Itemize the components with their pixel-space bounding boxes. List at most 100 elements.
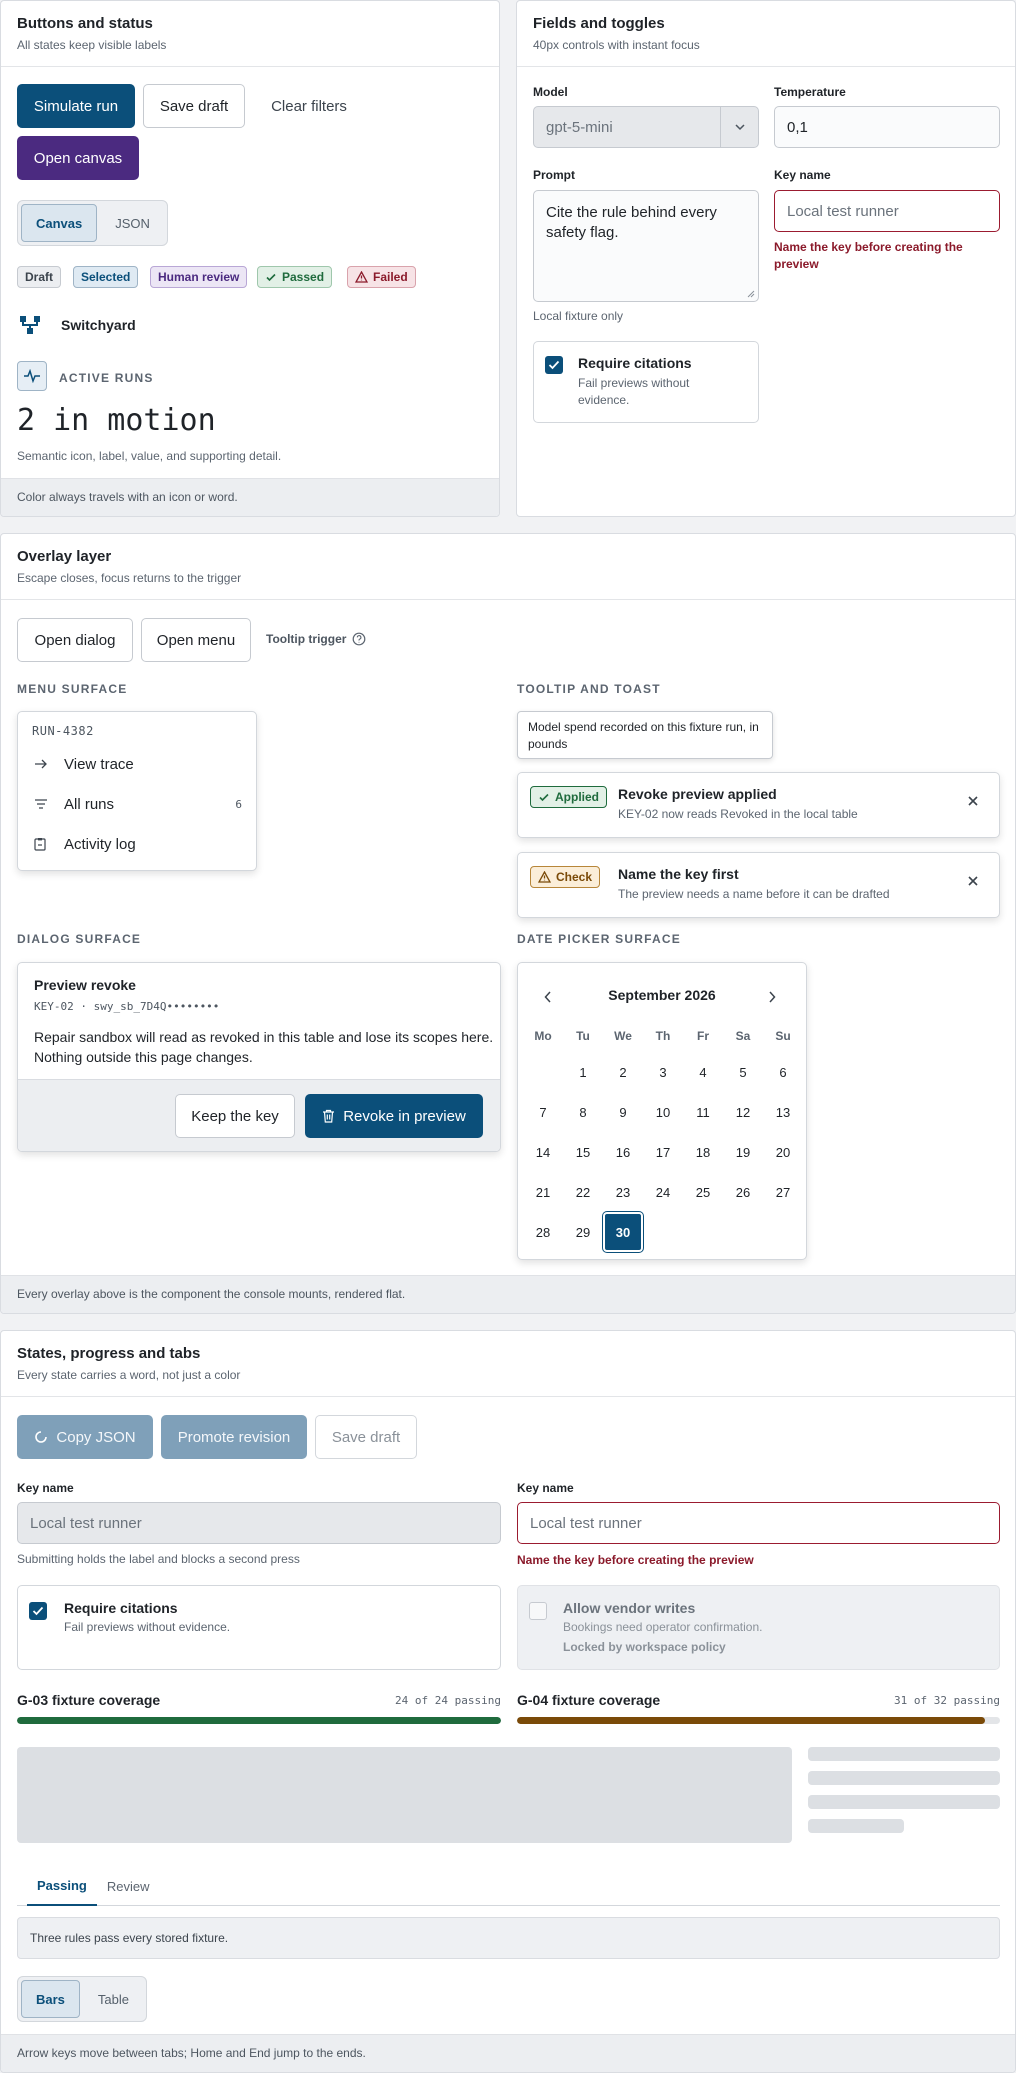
selected-badge: Selected (73, 266, 139, 288)
calendar-day[interactable]: 13 (763, 1092, 803, 1132)
temperature-input[interactable]: 0,1 (774, 106, 1000, 148)
calendar-grid: Mo Tu We Th Fr Sa Su 1 2 3 4 5 6 7 8 9 10 11 12 13 14… (523, 1020, 803, 1252)
weekday: Th (655, 1029, 671, 1043)
require-citations-card[interactable]: Require citations Fail previews without … (17, 1585, 501, 1670)
tab-panel: Three rules pass every stored fixture. (17, 1917, 1000, 1959)
bars-table-toggle: Bars Table (17, 1976, 147, 2022)
tooltip-trigger[interactable]: Tooltip trigger (266, 632, 366, 646)
trash-icon (323, 1109, 335, 1123)
toggle-canvas[interactable]: Canvas (21, 204, 98, 242)
simulate-run-button[interactable]: Simulate run (17, 84, 135, 128)
prompt-textarea[interactable]: Cite the rule behind every safety flag. (533, 190, 759, 302)
calendar-day[interactable]: 17 (643, 1132, 683, 1172)
calendar-day[interactable]: 22 (563, 1172, 603, 1212)
open-canvas-button[interactable]: Open canvas (17, 136, 139, 180)
tab-review[interactable]: Review (97, 1866, 160, 1906)
menu-item-activity-log[interactable]: Activity log (18, 824, 256, 864)
calendar-day[interactable]: 21 (523, 1172, 563, 1212)
calendar-day[interactable]: 9 (603, 1092, 643, 1132)
vendor-writes-title: Allow vendor writes (563, 1600, 696, 1616)
calendar-day[interactable]: 5 (723, 1052, 763, 1092)
coverage-title: G-03 fixture coverage (17, 1692, 161, 1708)
calendar-day[interactable]: 29 (563, 1212, 603, 1252)
calendar-day[interactable]: 15 (563, 1132, 603, 1172)
open-dialog-button[interactable]: Open dialog (17, 618, 133, 662)
model-value: gpt-5-mini (546, 118, 613, 136)
calendar-day[interactable]: 1 (563, 1052, 603, 1092)
calendar-empty (643, 1212, 683, 1252)
calendar-day[interactable]: 3 (643, 1052, 683, 1092)
require-citations-checkbox[interactable] (29, 1602, 47, 1620)
panel-subtitle: Every state carries a word, not just a c… (17, 1368, 241, 1382)
calendar-day[interactable]: 27 (763, 1172, 803, 1212)
calendar-day[interactable]: 28 (523, 1212, 563, 1252)
draft-badge-label: Draft (25, 270, 54, 284)
panel-title: States, progress and tabs (17, 1345, 201, 1362)
toast-title: Name the key first (618, 866, 739, 882)
metric-label: ACTIVE RUNS (59, 371, 154, 385)
calendar-day[interactable]: 2 (603, 1052, 643, 1092)
key-name-input-error[interactable]: Local test runner (517, 1502, 1000, 1544)
menu-item-label: View trace (64, 755, 134, 773)
key-name-input-submitting[interactable]: Local test runner (17, 1502, 501, 1544)
calendar-week: 21 22 23 24 25 26 27 (523, 1172, 803, 1212)
toggle-json[interactable]: JSON (101, 204, 164, 242)
calendar-day[interactable]: 6 (763, 1052, 803, 1092)
require-citations-checkbox[interactable] (545, 356, 563, 374)
save-draft-button[interactable]: Save draft (315, 1415, 417, 1459)
calendar-day[interactable]: 26 (723, 1172, 763, 1212)
calendar-day[interactable]: 25 (683, 1172, 723, 1212)
keep-key-button[interactable]: Keep the key (175, 1094, 295, 1138)
passed-badge-label: Passed (282, 270, 325, 284)
date-picker-label: DATE PICKER SURFACE (517, 932, 681, 946)
open-menu-button[interactable]: Open menu (141, 618, 251, 662)
save-draft-button[interactable]: Save draft (143, 84, 245, 128)
calendar-day[interactable]: 14 (523, 1132, 563, 1172)
failed-badge: Failed (347, 266, 416, 288)
menu-item-all-runs[interactable]: All runs 6 (18, 784, 256, 824)
switchyard-logo-icon (20, 316, 40, 334)
help-icon (353, 632, 366, 646)
calendar-day[interactable]: 18 (683, 1132, 723, 1172)
key-name-label: Key name (17, 1481, 74, 1495)
calendar-day-selected[interactable]: 30 (603, 1212, 643, 1252)
calendar-day[interactable]: 19 (723, 1132, 763, 1172)
canvas-json-toggle: Canvas JSON (17, 200, 168, 246)
revoke-preview-button[interactable]: Revoke in preview (305, 1094, 483, 1138)
model-select[interactable]: gpt-5-mini (533, 106, 759, 148)
warning-icon (538, 871, 551, 883)
calendar-day[interactable]: 23 (603, 1172, 643, 1212)
close-icon[interactable] (967, 795, 979, 807)
calendar-day[interactable]: 10 (643, 1092, 683, 1132)
submitting-hint: Submitting holds the label and blocks a … (17, 1552, 300, 1566)
resize-handle-icon (747, 290, 755, 298)
calendar-empty (683, 1212, 723, 1252)
calendar-week: 7 8 9 10 11 12 13 (523, 1092, 803, 1132)
spinner-icon (35, 1431, 48, 1443)
clear-filters-button[interactable]: Clear filters (255, 84, 363, 128)
calendar-day[interactable]: 4 (683, 1052, 723, 1092)
calendar-day[interactable]: 8 (563, 1092, 603, 1132)
pulse-icon (17, 361, 47, 391)
chevron-right-icon[interactable] (768, 991, 776, 1003)
calendar-day[interactable]: 20 (763, 1132, 803, 1172)
toast-body: KEY-02 now reads Revoked in the local ta… (618, 807, 858, 821)
key-name-input[interactable]: Local test runner (774, 190, 1000, 232)
key-name-error: Name the key before creating the preview (517, 1553, 754, 1567)
copy-json-button[interactable]: Copy JSON (17, 1415, 153, 1459)
close-icon[interactable] (967, 875, 979, 887)
tab-passing[interactable]: Passing (27, 1866, 97, 1906)
toggle-table[interactable]: Table (84, 1980, 143, 2018)
calendar-day[interactable]: 11 (683, 1092, 723, 1132)
calendar-day[interactable]: 7 (523, 1092, 563, 1132)
tooltip-toast-label: TOOLTIP AND TOAST (517, 682, 661, 696)
calendar-day[interactable]: 12 (723, 1092, 763, 1132)
require-citations-card[interactable]: Require citations Fail previews without … (533, 341, 759, 423)
menu-item-view-trace[interactable]: View trace (18, 744, 256, 784)
toggle-bars[interactable]: Bars (21, 1980, 80, 2018)
calendar-day[interactable]: 16 (603, 1132, 643, 1172)
calendar-day[interactable]: 24 (643, 1172, 683, 1212)
panel-header: States, progress and tabs Every state ca… (1, 1331, 1015, 1397)
skeleton-line (808, 1747, 1000, 1761)
promote-revision-button[interactable]: Promote revision (161, 1415, 307, 1459)
